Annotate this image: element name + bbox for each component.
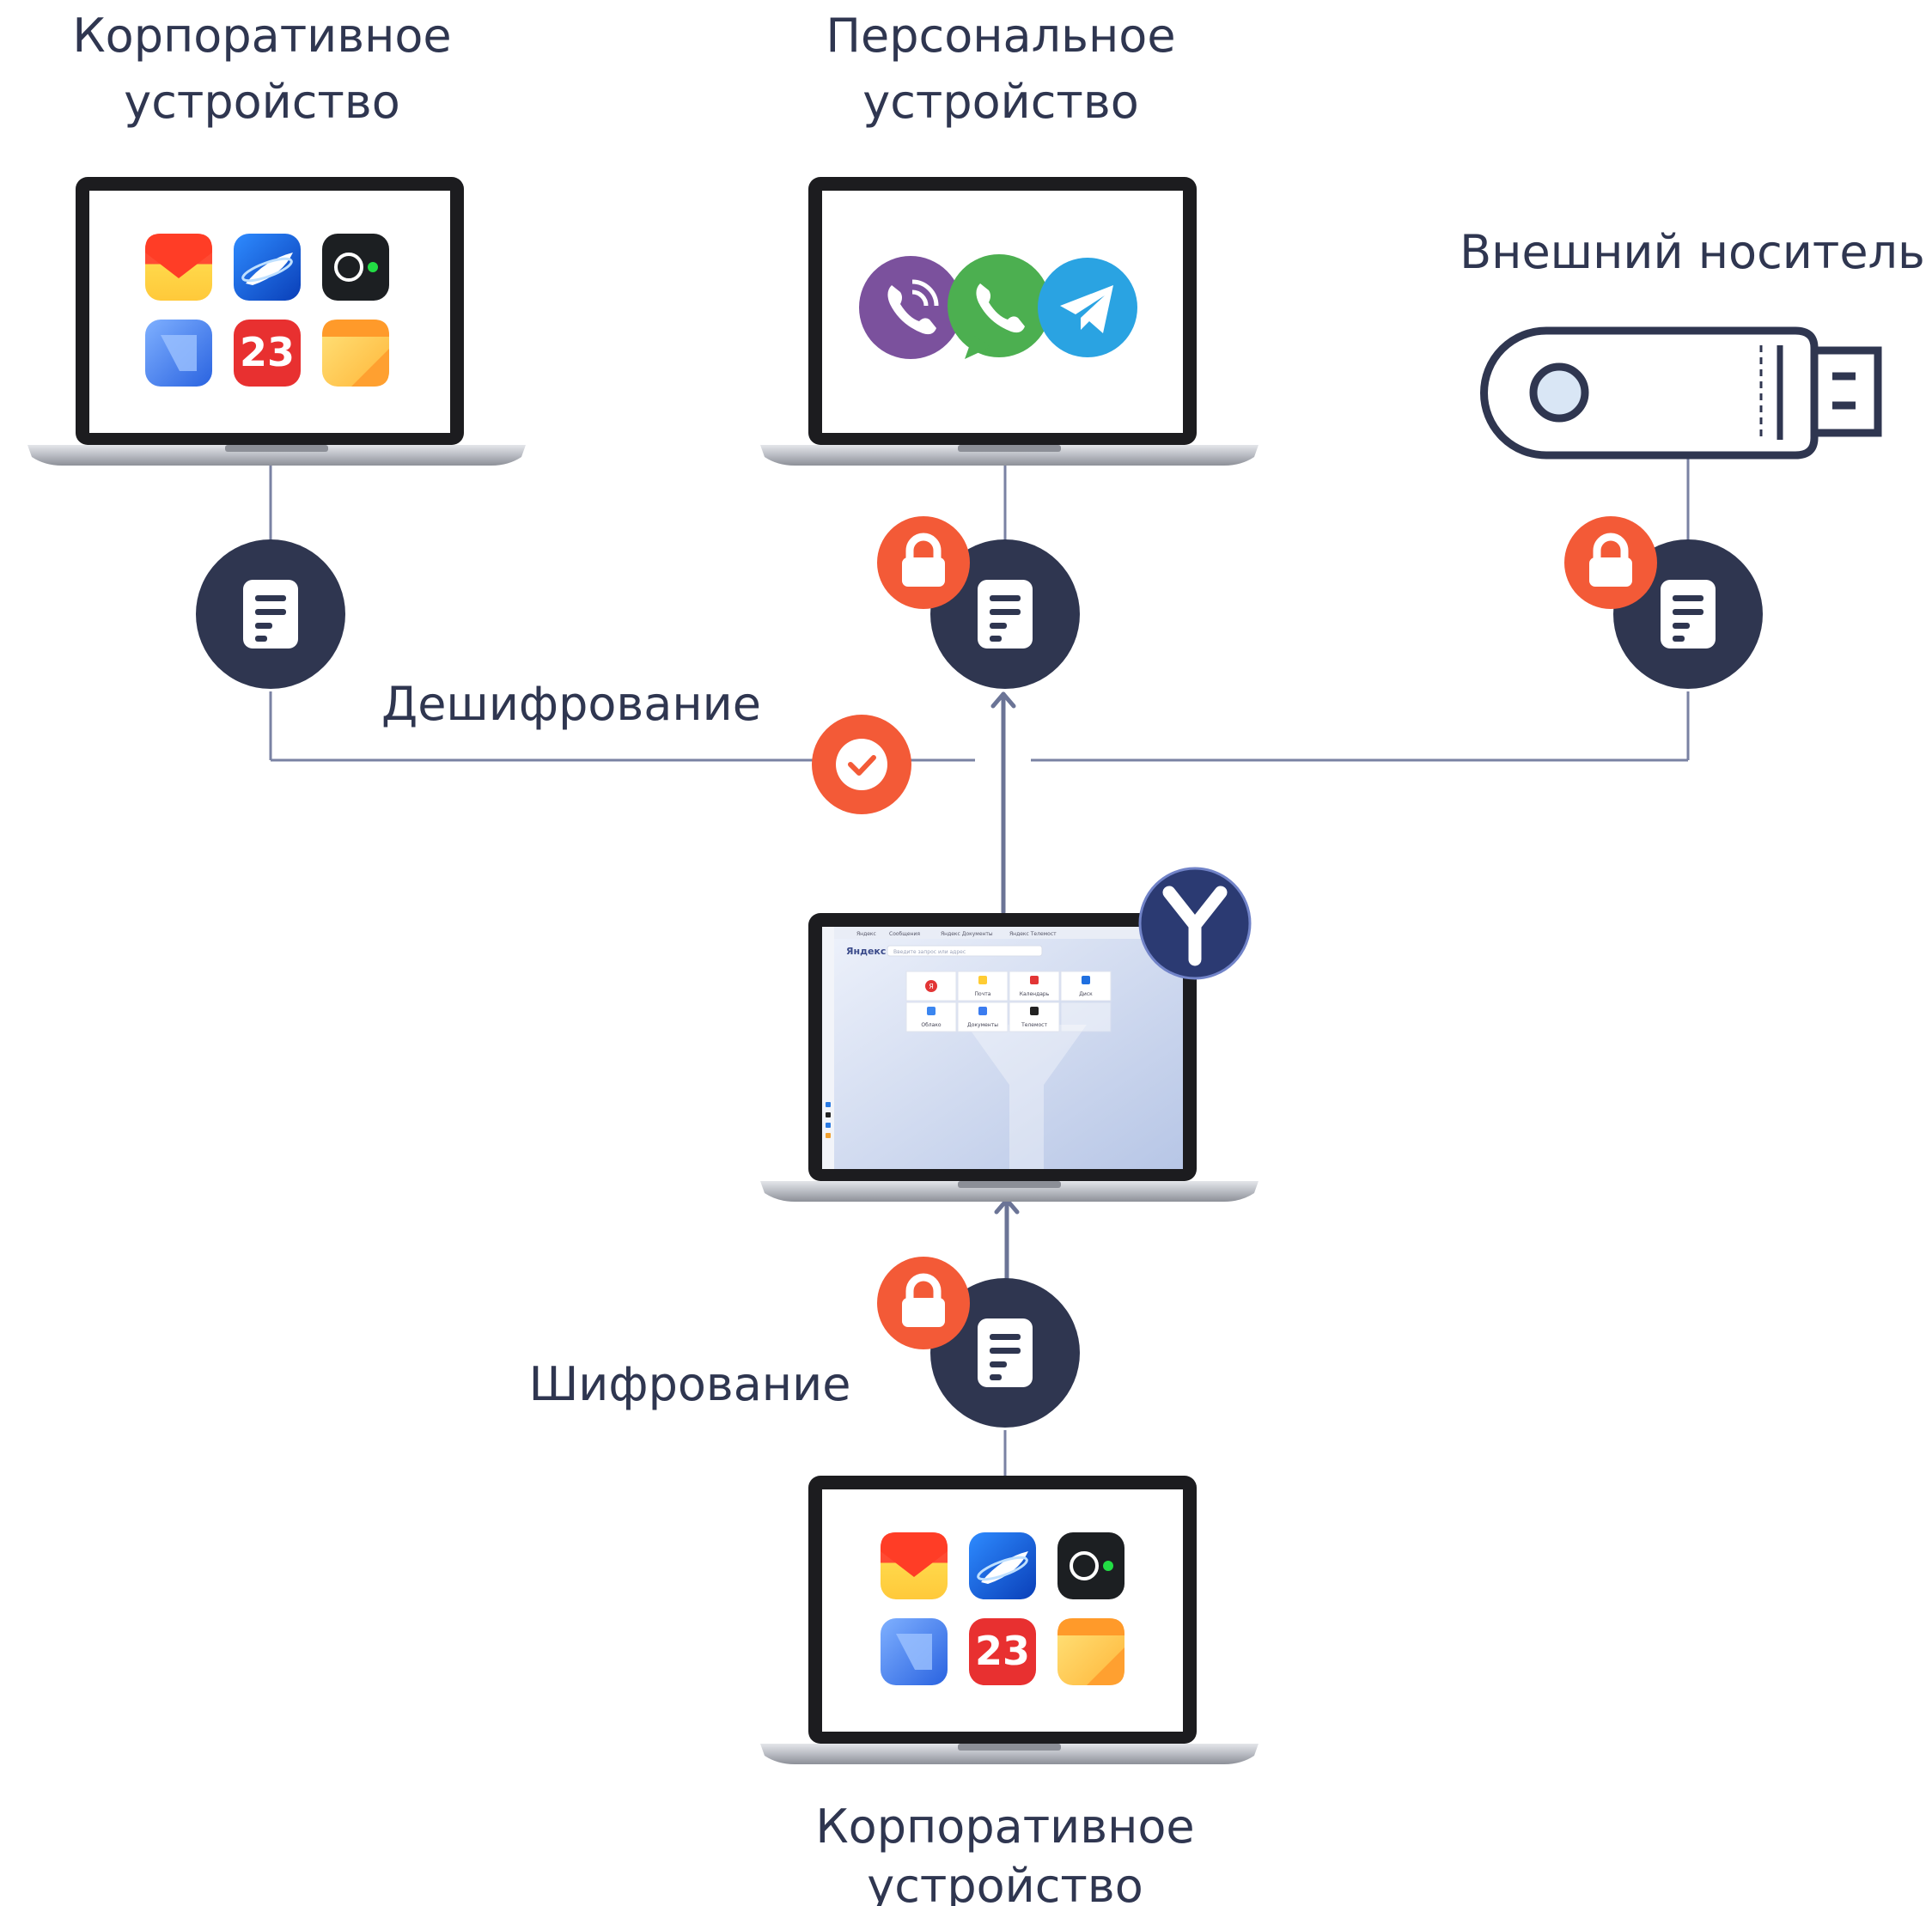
encryption-label: Шифрование <box>529 1357 851 1411</box>
lock-icon <box>877 516 970 609</box>
browser-search-input: Введите запрос или адрес <box>893 949 966 955</box>
document-icon <box>243 580 298 649</box>
browser-tab: Яндекс Телемост <box>1009 931 1057 937</box>
check-icon <box>812 715 911 814</box>
encryption-flow-diagram: Корпоративное устройство Персональное ус… <box>27 9 1925 1906</box>
browser-tab: Сообщения <box>889 931 920 937</box>
corp-bottom-label-line1: Корпоративное <box>815 1799 1194 1854</box>
yandex-browser-logo <box>1138 867 1252 980</box>
personal-label-line1: Персональное <box>826 9 1175 63</box>
arrow-to-browser-laptop <box>994 1197 1020 1281</box>
browser-brand: Яндекс <box>846 946 886 957</box>
document-node-corporate <box>196 539 345 689</box>
speed-dial-label: Облако <box>921 1022 942 1028</box>
speed-dial-label: Диск <box>1079 991 1093 997</box>
arrow-to-personal <box>990 691 1016 915</box>
document-icon <box>978 580 1033 649</box>
viber-icon <box>859 256 962 359</box>
speed-dial-label: Документы <box>967 1022 998 1028</box>
browser-tab: Яндекс Документы <box>941 931 993 937</box>
corp-top-label-line1: Корпоративное <box>72 9 451 63</box>
external-media-label: Внешний носитель <box>1460 225 1925 279</box>
document-icon <box>1661 580 1716 649</box>
browser-window: Яндекс Сообщения Яндекс Документы Яндекс… <box>822 927 1183 1169</box>
lock-icon <box>877 1257 970 1349</box>
decryption-label: Дешифрование <box>381 677 761 731</box>
calendar-day-number: 23 <box>975 1628 1030 1674</box>
usb-drive-icon <box>1480 326 1882 460</box>
speed-dial-yandex-letter: Я <box>929 983 934 990</box>
corp-bottom-label-line2: устройство <box>867 1859 1143 1906</box>
personal-label-line2: устройство <box>862 75 1139 129</box>
calendar-day-number: 23 <box>240 329 295 375</box>
corporate-laptop-top: 23 <box>27 177 526 466</box>
telegram-icon <box>1038 258 1137 357</box>
personal-laptop <box>760 177 1259 466</box>
lock-icon <box>1564 516 1657 609</box>
corp-top-label-line2: устройство <box>124 75 400 129</box>
speed-dial-label: Календарь <box>1020 991 1050 997</box>
document-icon <box>978 1318 1033 1387</box>
corporate-laptop-bottom: 23 <box>760 1476 1259 1764</box>
speed-dial-label: Телемост <box>1021 1022 1047 1028</box>
browser-tab: Яндекс <box>856 931 876 937</box>
speed-dial-label: Почта <box>975 991 991 997</box>
